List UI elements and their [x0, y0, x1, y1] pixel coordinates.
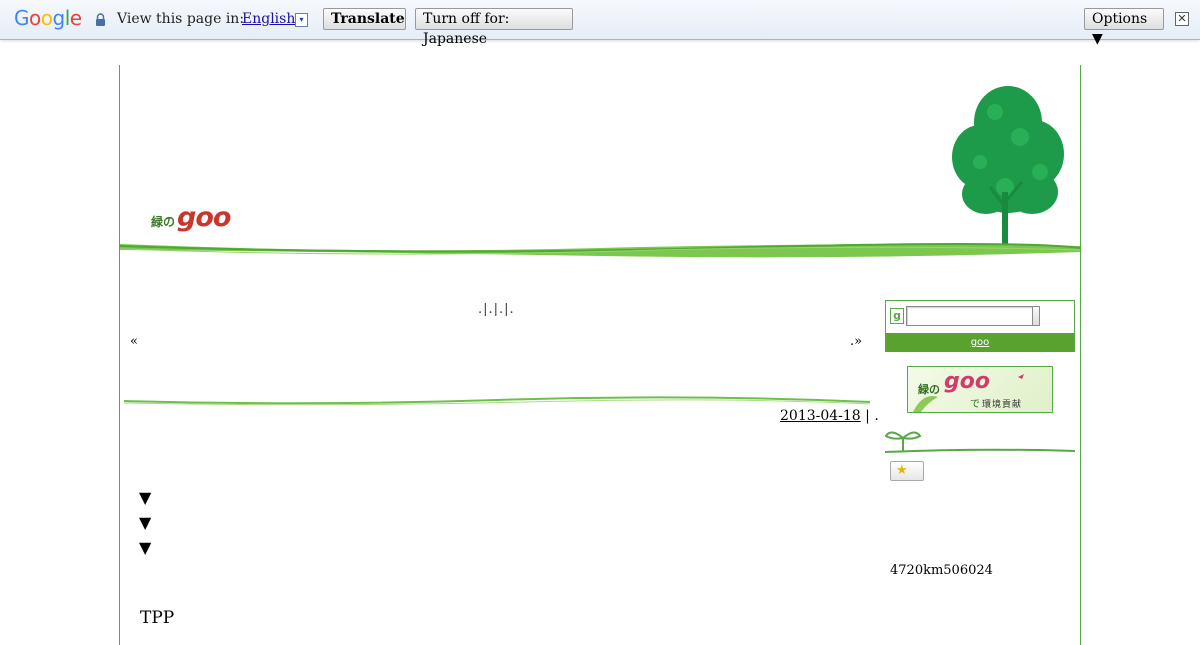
translate-prompt: View this page in:: [117, 11, 245, 27]
search-button[interactable]: [1032, 306, 1040, 326]
goo-search-box: g goo: [885, 300, 1075, 352]
header-grass-divider: [120, 243, 1080, 258]
banner-goo: goo: [944, 369, 990, 394]
post-meta: | .: [860, 408, 879, 424]
banner-de: で: [970, 399, 980, 410]
triangle-list: ▼ ▼ ▼: [139, 485, 151, 560]
google-logo: Google: [14, 6, 82, 30]
banner-kanji: 緑の: [918, 383, 940, 396]
banner-subtitle: 環境貢献: [982, 400, 1023, 410]
tree-icon: [952, 86, 1064, 246]
star-icon: ★: [896, 463, 908, 478]
triangle-marker: ▼: [139, 538, 152, 557]
blog-title: .|.|.|.: [478, 302, 515, 317]
sprout-divider-icon: [885, 431, 1075, 453]
previous-arrow: «: [130, 334, 138, 349]
post-date-link[interactable]: 2013-04-18: [780, 408, 861, 424]
site-logo[interactable]: 緑のgoo: [151, 202, 231, 233]
logo-goo: goo: [177, 202, 231, 233]
language-link[interactable]: English: [242, 11, 295, 27]
counter-text: 4720km506024: [890, 563, 993, 578]
page-frame: [119, 65, 1081, 645]
goo-search-icon: g: [890, 308, 904, 324]
close-icon[interactable]: ✕: [1175, 12, 1189, 26]
previous-post-nav[interactable]: «: [130, 334, 141, 349]
options-button[interactable]: Options ▼: [1084, 8, 1164, 47]
post-body-text: TPP: [140, 608, 175, 628]
translate-button[interactable]: Translate: [323, 8, 406, 30]
language-dropdown-icon[interactable]: ▾: [295, 13, 308, 27]
post-date-line: 2013-04-18 | .: [780, 408, 879, 424]
logo-kanji: 緑の: [151, 215, 176, 229]
post-grass-divider: [124, 396, 870, 406]
turn-off-button[interactable]: Turn off for: Japanese: [415, 8, 573, 47]
goo-search-link[interactable]: goo: [971, 337, 990, 348]
green-goo-banner[interactable]: 緑の goo で 環境貢献: [907, 366, 1053, 413]
next-post-link[interactable]: .»: [850, 334, 862, 349]
star-bookmark-button[interactable]: ★: [890, 461, 924, 481]
translate-bar: Google View this page in: English ▾ Tran…: [0, 0, 1200, 47]
search-input[interactable]: [906, 306, 1036, 326]
lock-icon: [96, 13, 105, 26]
search-footer-bar: goo: [886, 333, 1074, 352]
triangle-marker: ▼: [139, 488, 152, 507]
triangle-marker: ▼: [139, 513, 152, 532]
